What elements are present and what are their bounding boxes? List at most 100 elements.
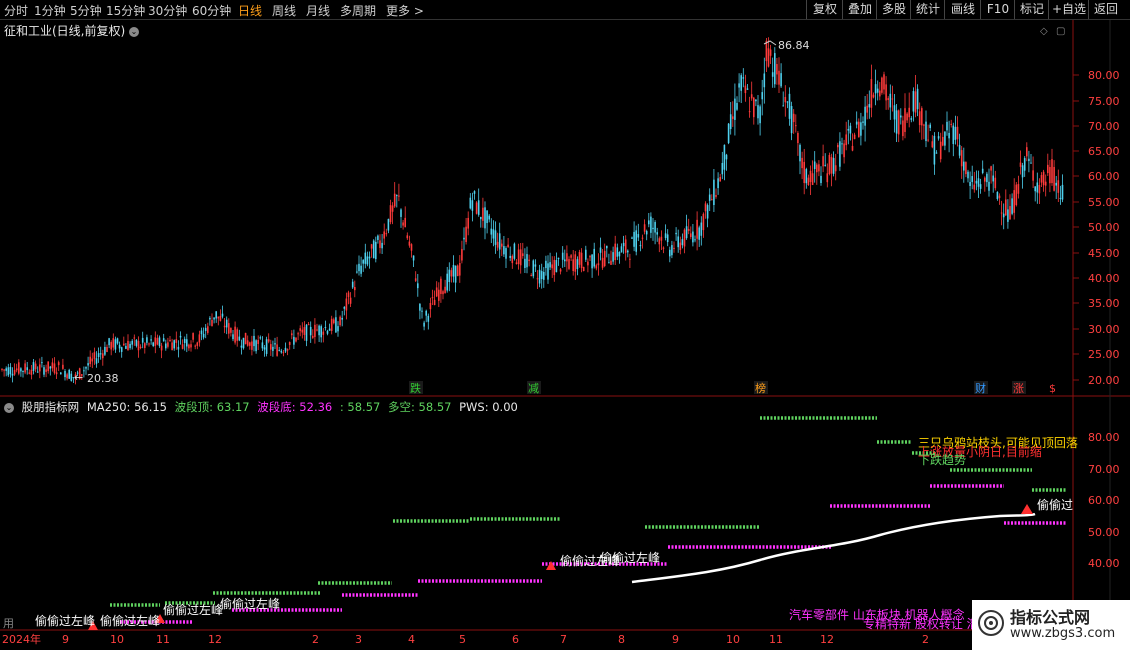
candle-body <box>232 334 234 340</box>
candle-body <box>162 338 165 342</box>
candle-body <box>496 241 499 248</box>
candle-body <box>173 340 175 349</box>
diamond-icon[interactable]: ◇ <box>1040 26 1048 37</box>
candle-body <box>36 371 39 373</box>
candle-body <box>534 264 537 267</box>
candle-body <box>186 339 188 347</box>
candle-body <box>393 193 396 207</box>
date-label: 2 <box>312 633 319 646</box>
candle-body <box>456 265 459 277</box>
signal-text: 偷偷过左峰 <box>163 602 223 617</box>
candle-body <box>442 291 444 295</box>
candle-body <box>89 356 91 365</box>
candle-body <box>322 331 325 335</box>
candle-body <box>1 368 3 370</box>
candle-body <box>410 244 413 251</box>
candle-body <box>146 337 148 343</box>
candle-body <box>345 298 348 311</box>
candle-body <box>333 319 335 324</box>
pws-value: PWS: 0.00 <box>459 400 518 414</box>
candle-body <box>935 152 938 154</box>
candle-body <box>786 101 789 103</box>
candle-body <box>343 306 346 309</box>
candle-body <box>734 98 736 120</box>
indicator-toggle-icon[interactable]: ⌄ <box>4 402 14 413</box>
indicator-header[interactable]: ⌄ 股朋指标网 MA250: 56.15 波段顶: 63.17 波段底: 52.… <box>4 399 522 415</box>
candle-body <box>992 175 994 182</box>
candle-body <box>270 344 272 350</box>
candle-body <box>570 255 572 258</box>
candle-body <box>811 173 814 186</box>
candle-body <box>379 240 381 248</box>
candle-body <box>708 194 711 201</box>
candle-body <box>366 256 369 265</box>
candle-body <box>513 243 516 259</box>
candle-body <box>820 175 822 184</box>
candle-body <box>774 53 776 85</box>
event-marker[interactable]: 减 <box>528 382 539 395</box>
event-marker[interactable]: 涨 <box>1013 382 1024 395</box>
candle-body <box>837 144 839 148</box>
candle-body <box>967 171 969 179</box>
indicator-axis-label: 60.00 <box>1088 494 1120 507</box>
candle-body <box>272 346 274 351</box>
candle-body <box>876 88 879 93</box>
expand-icon[interactable]: ▢ <box>1056 26 1065 37</box>
candle-body <box>790 106 793 134</box>
candle-body <box>780 73 782 87</box>
candle-body <box>1057 180 1060 193</box>
candle-body <box>702 213 705 231</box>
candle-body <box>784 96 787 103</box>
candle-body <box>757 105 759 119</box>
candle-body <box>658 238 661 245</box>
candle-body <box>614 243 616 261</box>
candle-body <box>99 353 102 355</box>
candle-body <box>488 215 490 220</box>
candle-body <box>28 372 31 374</box>
candle-body <box>167 342 169 347</box>
candle-body <box>650 216 652 233</box>
candle-body <box>255 340 257 352</box>
candle-body <box>744 85 747 94</box>
event-marker[interactable]: 榜 <box>755 381 766 395</box>
candle-body <box>576 259 579 270</box>
candle-body <box>904 108 906 132</box>
candle-body <box>958 144 961 156</box>
event-marker[interactable]: $ <box>1049 382 1056 395</box>
candle-body <box>360 265 362 274</box>
signal-text: 偷偷过左峰 <box>600 550 660 565</box>
candle-body <box>704 203 707 212</box>
candle-body <box>1013 190 1015 213</box>
candle-body <box>137 341 140 351</box>
candle-body <box>240 345 243 348</box>
candle-body <box>883 74 885 90</box>
candle-body <box>505 248 507 259</box>
candle-body <box>1047 164 1049 174</box>
candle-body <box>729 114 732 129</box>
indicator-axis-label: 70.00 <box>1088 463 1120 476</box>
candle-body <box>225 319 228 328</box>
candle-body <box>517 249 520 265</box>
candle-body <box>830 157 833 174</box>
candle-body <box>228 323 230 334</box>
candle-body <box>469 197 472 209</box>
candle-body <box>417 283 419 289</box>
candle-body <box>5 368 7 371</box>
date-label: 10 <box>726 633 740 646</box>
event-marker[interactable]: 跌 <box>410 381 421 395</box>
candle-body <box>673 247 675 250</box>
candle-body <box>553 259 556 276</box>
candle-body <box>501 243 503 247</box>
candle-body <box>669 249 671 257</box>
candle-body <box>13 370 16 375</box>
candle-body <box>893 105 896 120</box>
candle-body <box>706 205 709 219</box>
candle-body <box>1007 209 1009 222</box>
candle-body <box>305 324 308 341</box>
candle-body <box>1021 165 1024 178</box>
candle-body <box>207 326 209 333</box>
event-marker[interactable]: 财 <box>975 381 986 395</box>
candle-body <box>822 156 824 167</box>
candle-body <box>897 110 900 135</box>
candle-body <box>687 228 690 231</box>
